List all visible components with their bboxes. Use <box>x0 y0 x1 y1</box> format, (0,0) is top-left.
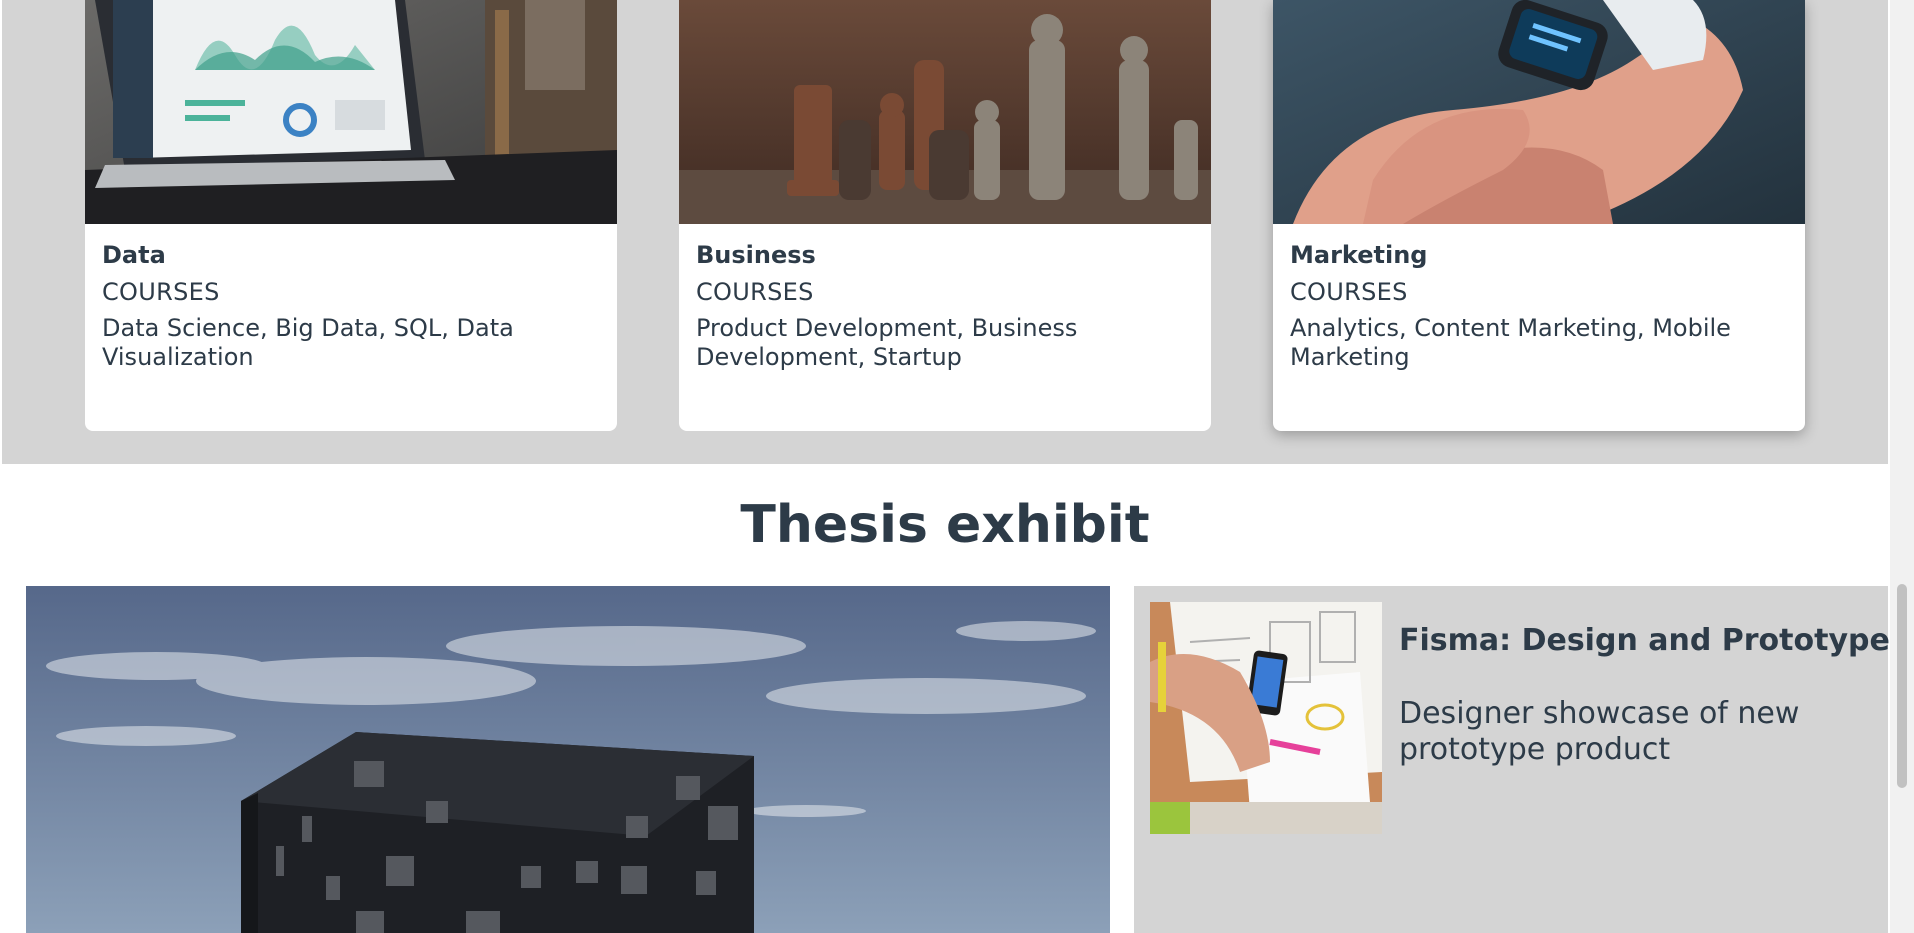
course-kind-label: COURSES <box>102 278 220 306</box>
course-card-marketing[interactable]: Marketing COURSES Analytics, Content Mar… <box>1273 0 1805 431</box>
course-title: Data <box>102 241 166 269</box>
course-topics: Analytics, Content Marketing, Mobile Mar… <box>1290 314 1731 371</box>
course-title: Marketing <box>1290 241 1428 269</box>
smartwatch-image <box>1273 0 1805 224</box>
course-topics: Data Science, Big Data, SQL, Data Visual… <box>102 314 514 371</box>
course-card-data[interactable]: Data COURSES Data Science, Big Data, SQL… <box>85 0 617 431</box>
section-title: Thesis exhibit <box>740 495 1150 555</box>
exhibit-main-image[interactable] <box>26 586 1110 933</box>
designer-sketches-image <box>1150 602 1382 834</box>
exhibit-title[interactable]: Fisma: Design and Prototype <box>1399 622 1890 660</box>
course-kind-label: COURSES <box>696 278 814 306</box>
laptop-dashboard-image <box>85 0 617 224</box>
exhibit-feature-card[interactable]: Fisma: Design and Prototype Designer sho… <box>1134 586 1890 933</box>
scrollbar-thumb[interactable] <box>1897 584 1907 788</box>
chess-pieces-image <box>679 0 1211 224</box>
page: Data COURSES Data Science, Big Data, SQL… <box>0 0 1890 933</box>
courses-section: Data COURSES Data Science, Big Data, SQL… <box>2 0 1888 464</box>
exhibit-description: Designer showcase of new prototype produ… <box>1399 696 1800 767</box>
vertical-scrollbar[interactable] <box>1890 0 1914 933</box>
course-title: Business <box>696 241 816 269</box>
course-kind-label: COURSES <box>1290 278 1408 306</box>
course-card-business[interactable]: Business COURSES Product Development, Bu… <box>679 0 1211 431</box>
course-topics: Product Development, Business Developmen… <box>696 314 1078 371</box>
